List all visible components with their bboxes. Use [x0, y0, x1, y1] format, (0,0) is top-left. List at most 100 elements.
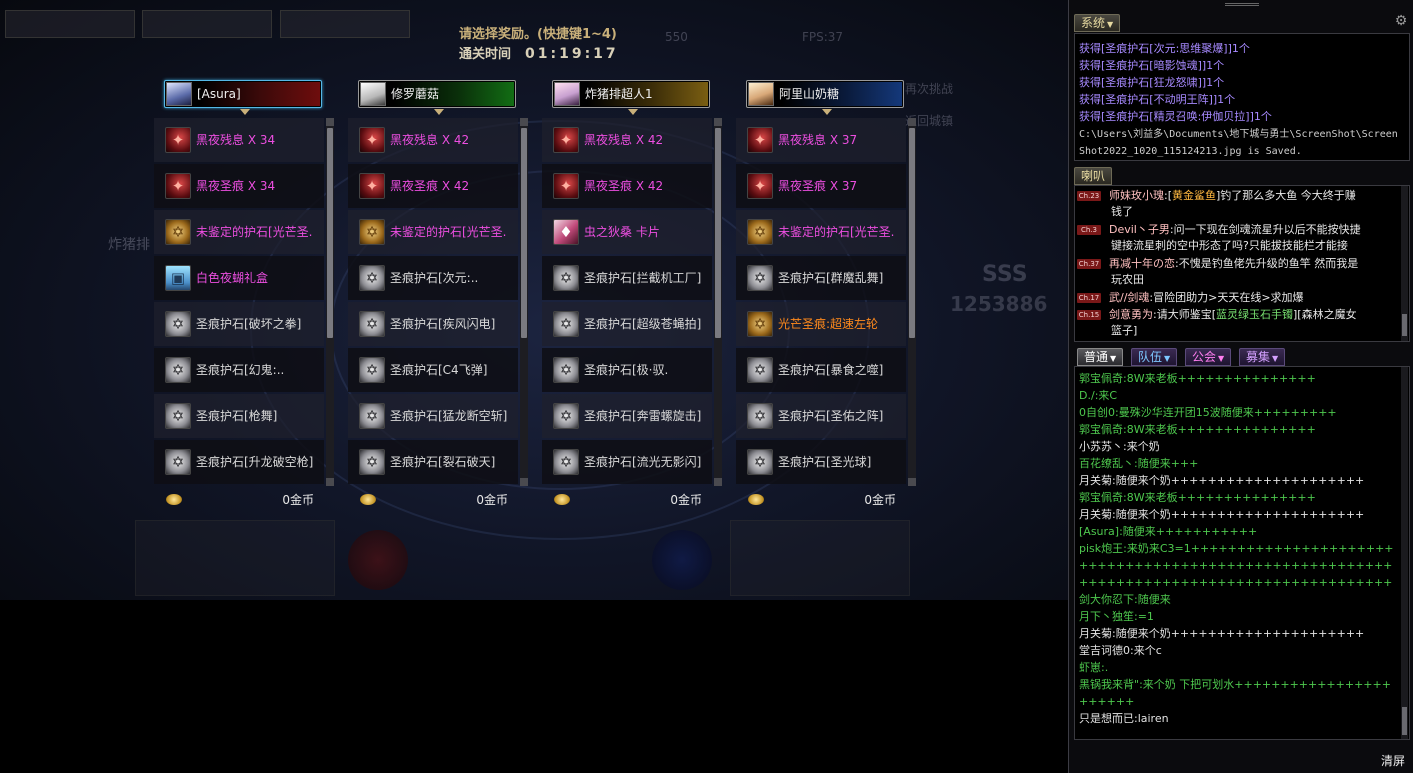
- reward-item[interactable]: ✡ 圣痕护石[群魔乱舞]: [736, 256, 906, 300]
- chat-speaker[interactable]: 郭宝佩奇: [1079, 423, 1123, 436]
- scroll-thumb[interactable]: [909, 128, 915, 338]
- scroll-thumb[interactable]: [521, 128, 527, 338]
- scroll-down-icon[interactable]: [714, 478, 722, 486]
- chat-speaker[interactable]: D./: [1079, 389, 1095, 402]
- reward-item[interactable]: ✦ 黑夜圣痕 X 34: [154, 164, 324, 208]
- scroll-up-icon[interactable]: [326, 118, 334, 126]
- item-name: 虫之狄桑 卡片: [584, 225, 660, 239]
- tab-normal[interactable]: 普通 ▼: [1077, 348, 1124, 366]
- chat-speaker[interactable]: 百花缭乱丶: [1079, 457, 1134, 470]
- reward-item[interactable]: ✦ 黑夜圣痕 X 42: [542, 164, 712, 208]
- chat-speaker[interactable]: 黑锅我来背": [1079, 678, 1139, 691]
- tab-team[interactable]: 队伍 ▼: [1131, 348, 1178, 366]
- scroll-down-icon[interactable]: [326, 478, 334, 486]
- chat-speaker[interactable]: 剑大你忍下: [1079, 593, 1134, 606]
- chat-speaker[interactable]: 0自创0: [1079, 406, 1115, 419]
- item-name: 圣痕护石[疾风闪电]: [390, 317, 496, 331]
- reward-item[interactable]: ✡ 圣痕护石[次元:..: [348, 256, 518, 300]
- reward-item[interactable]: ✡ 圣痕护石[暴食之噬]: [736, 348, 906, 392]
- player-header[interactable]: 修罗蘑菇: [358, 80, 516, 108]
- horn-sender[interactable]: 武//剑魂: [1109, 291, 1149, 304]
- item-list-scrollbar[interactable]: [908, 118, 916, 486]
- gift-box-icon: ▣: [165, 265, 191, 291]
- item-link[interactable]: 黄金鲨鱼: [1172, 189, 1216, 202]
- reward-item[interactable]: ✡ 圣痕护石[流光无影闪]: [542, 440, 712, 484]
- tab-recruit[interactable]: 募集 ▼: [1239, 348, 1286, 366]
- reward-item[interactable]: ✦ 黑夜残息 X 42: [542, 118, 712, 162]
- reward-column-4[interactable]: 阿里山奶糖 ✦ 黑夜残息 X 37 ✦ 黑夜圣痕 X 37 ✡ 未鉴定的护石[光芒圣.…: [736, 80, 916, 520]
- chat-speaker[interactable]: 月下丶独笙: [1079, 610, 1134, 623]
- reward-item[interactable]: ✡ 圣痕护石[奔雷螺旋击]: [542, 394, 712, 438]
- tab-system[interactable]: 系统 ▼: [1074, 14, 1121, 32]
- reward-item[interactable]: ✡ 圣痕护石[裂石破天]: [348, 440, 518, 484]
- item-list-scrollbar[interactable]: [520, 118, 528, 486]
- reward-item[interactable]: ✦ 黑夜圣痕 X 37: [736, 164, 906, 208]
- reward-item[interactable]: ✡ 圣痕护石[圣光球]: [736, 440, 906, 484]
- resize-grip[interactable]: [1225, 3, 1259, 6]
- scroll-down-icon[interactable]: [908, 478, 916, 486]
- reward-item[interactable]: ♦ 虫之狄桑 卡片: [542, 210, 712, 254]
- chat-scrollbar[interactable]: [1401, 367, 1408, 739]
- reward-item[interactable]: ✡ 圣痕护石[破坏之拳]: [154, 302, 324, 346]
- horn-sender[interactable]: 师妹玫小瑰: [1109, 189, 1164, 202]
- scroll-thumb[interactable]: [1402, 314, 1407, 336]
- reward-item[interactable]: ✡ 圣痕护石[猛龙断空斩]: [348, 394, 518, 438]
- item-link[interactable]: 蓝灵绿玉石手镯: [1216, 308, 1293, 321]
- scroll-thumb[interactable]: [1402, 707, 1407, 735]
- chat-message: 郭宝佩奇:8W来老板+++++++++++++++: [1079, 489, 1397, 506]
- chat-speaker[interactable]: 月关菊: [1079, 627, 1112, 640]
- horn-sender[interactable]: 剑意勇为: [1109, 308, 1153, 321]
- reward-item[interactable]: ✡ 圣痕护石[拦截机工厂]: [542, 256, 712, 300]
- tab-horn[interactable]: 喇叭: [1074, 167, 1113, 185]
- chat-speaker[interactable]: pisk炮王: [1079, 542, 1123, 555]
- item-list-scrollbar[interactable]: [326, 118, 334, 486]
- reward-item[interactable]: ▣ 白色夜蝴礼盒: [154, 256, 324, 300]
- player-header[interactable]: [Asura]: [164, 80, 322, 108]
- reward-item[interactable]: ✡ 未鉴定的护石[光芒圣.: [736, 210, 906, 254]
- reward-item[interactable]: ✡ 未鉴定的护石[光芒圣.: [154, 210, 324, 254]
- chat-message: 虾崽:.: [1079, 659, 1397, 676]
- reward-item[interactable]: ✡ 圣痕护石[圣佑之阵]: [736, 394, 906, 438]
- reward-column-2[interactable]: 修罗蘑菇 ✦ 黑夜残息 X 42 ✦ 黑夜圣痕 X 42 ✡ 未鉴定的护石[光芒圣. …: [348, 80, 528, 520]
- player-header[interactable]: 阿里山奶糖: [746, 80, 904, 108]
- reward-item[interactable]: ✡ 圣痕护石[幻鬼:..: [154, 348, 324, 392]
- reward-item[interactable]: ✦ 黑夜残息 X 42: [348, 118, 518, 162]
- horn-scrollbar[interactable]: [1401, 186, 1408, 341]
- chat-speaker[interactable]: 月关菊: [1079, 474, 1112, 487]
- chat-speaker[interactable]: 只是想而已: [1079, 712, 1134, 725]
- scroll-up-icon[interactable]: [714, 118, 722, 126]
- chat-speaker[interactable]: 堂吉诃德0: [1079, 644, 1130, 657]
- chat-speaker[interactable]: 小苏苏丶: [1079, 440, 1123, 453]
- clear-screen-button[interactable]: 清屏: [1381, 752, 1405, 769]
- scroll-up-icon[interactable]: [520, 118, 528, 126]
- reward-item[interactable]: ✡ 圣痕护石[超级苍蝇拍]: [542, 302, 712, 346]
- reward-item[interactable]: ✡ 圣痕护石[疾风闪电]: [348, 302, 518, 346]
- reward-item[interactable]: ✡ 圣痕护石[升龙破空枪]: [154, 440, 324, 484]
- reward-item[interactable]: ✦ 黑夜残息 X 34: [154, 118, 324, 162]
- reward-column-1[interactable]: [Asura] ✦ 黑夜残息 X 34 ✦ 黑夜圣痕 X 34 ✡ 未鉴定的护石[光芒…: [154, 80, 334, 520]
- horn-sender[interactable]: Devil丶子男: [1109, 223, 1170, 236]
- item-list-scrollbar[interactable]: [714, 118, 722, 486]
- reward-column-3[interactable]: 炸猪排超人1 ✦ 黑夜残息 X 42 ✦ 黑夜圣痕 X 42 ♦ 虫之狄桑 卡片 ✡ 圣…: [542, 80, 722, 520]
- gear-icon[interactable]: ⚙: [1393, 13, 1409, 29]
- chat-speaker[interactable]: [Asura]: [1079, 525, 1119, 538]
- reward-item[interactable]: ✡ 圣痕护石[C4飞弹]: [348, 348, 518, 392]
- reward-item[interactable]: ✦ 黑夜圣痕 X 42: [348, 164, 518, 208]
- horn-message: Ch.17 武//剑魂:冒险团助力>天天在线>求加爆: [1077, 290, 1399, 306]
- scroll-thumb[interactable]: [715, 128, 721, 338]
- reward-item[interactable]: ✡ 圣痕护石[枪舞]: [154, 394, 324, 438]
- reward-item[interactable]: ✡ 未鉴定的护石[光芒圣.: [348, 210, 518, 254]
- horn-sender[interactable]: 再减十年の恋: [1109, 257, 1175, 270]
- scroll-up-icon[interactable]: [908, 118, 916, 126]
- reward-item[interactable]: ✡ 光芒圣痕:超速左轮: [736, 302, 906, 346]
- chat-speaker[interactable]: 月关菊: [1079, 508, 1112, 521]
- scroll-thumb[interactable]: [327, 128, 333, 338]
- scroll-down-icon[interactable]: [520, 478, 528, 486]
- tab-guild[interactable]: 公会 ▼: [1185, 348, 1232, 366]
- chat-speaker[interactable]: 郭宝佩奇: [1079, 372, 1123, 385]
- reward-item[interactable]: ✦ 黑夜残息 X 37: [736, 118, 906, 162]
- chat-speaker[interactable]: 郭宝佩奇: [1079, 491, 1123, 504]
- player-header[interactable]: 炸猪排超人1: [552, 80, 710, 108]
- reward-item[interactable]: ✡ 圣痕护石[极·驭.: [542, 348, 712, 392]
- chat-speaker[interactable]: 虾崽: [1079, 661, 1101, 674]
